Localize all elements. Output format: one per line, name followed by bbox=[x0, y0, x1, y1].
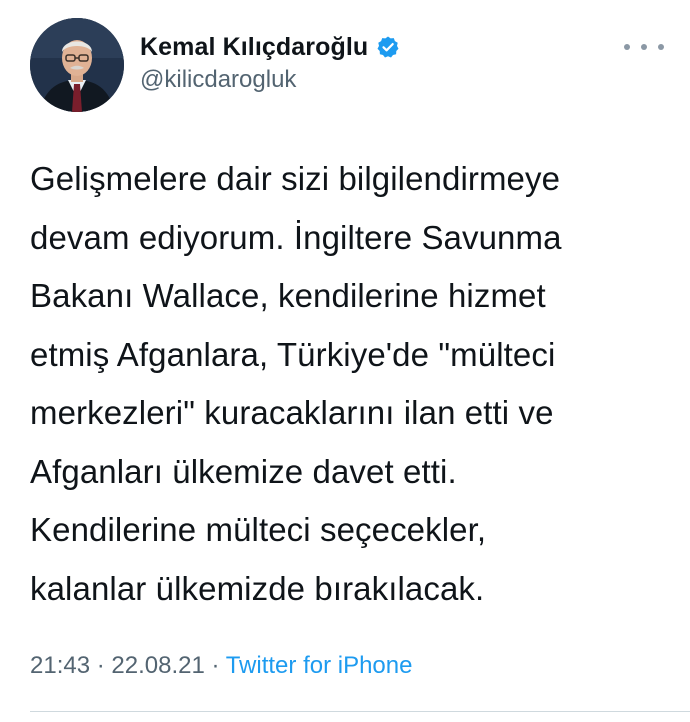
tweet-text-line: Gelişmelere dair sizi bilgilendirmeye bbox=[30, 160, 561, 197]
tweet-text-line: Kendilerine mülteci seçecekler, bbox=[30, 511, 487, 548]
verified-badge-icon bbox=[376, 35, 400, 59]
tweet-text-line: kalanlar ülkemizde bırakılacak. bbox=[30, 569, 485, 607]
avatar[interactable] bbox=[30, 18, 124, 112]
meta-separator: · bbox=[204, 652, 226, 679]
author-name-row: Kemal Kılıçdaroğlu bbox=[140, 30, 400, 64]
more-options-button[interactable] bbox=[624, 36, 664, 58]
tweet-text-line: merkezleri" kuracaklarını ilan etti ve bbox=[30, 394, 554, 431]
tweet-date[interactable]: 22.08.21 bbox=[111, 652, 204, 679]
tweet-source-link[interactable]: Twitter for iPhone bbox=[226, 652, 413, 679]
author-handle[interactable]: @kilicdarogluk bbox=[140, 66, 296, 94]
divider bbox=[30, 711, 690, 712]
more-horizontal-icon bbox=[658, 44, 664, 50]
tweet-text-line: Afganları ülkemize davet etti. bbox=[30, 452, 457, 490]
tweet-time[interactable]: 21:43 bbox=[30, 652, 90, 679]
tweet-card: Kemal Kılıçdaroğlu @kilicdarogluk Gelişm… bbox=[0, 0, 690, 722]
more-horizontal-icon bbox=[641, 44, 647, 50]
tweet-text-line: Bakanı Wallace, kendilerine hizmet bbox=[30, 277, 546, 314]
more-horizontal-icon bbox=[624, 44, 630, 50]
profile-photo bbox=[30, 18, 124, 112]
tweet-text-line: devam ediyorum. İngiltere Savunma bbox=[30, 218, 562, 256]
tweet-text: Gelişmelere dair sizi bilgilendirmeye de… bbox=[30, 150, 670, 618]
meta-separator: · bbox=[90, 652, 112, 679]
tweet-meta: 21:43 · 22.08.21 · Twitter for iPhone bbox=[30, 652, 412, 680]
display-name[interactable]: Kemal Kılıçdaroğlu bbox=[140, 33, 368, 62]
tweet-text-line: etmiş Afganlara, Türkiye'de "mülteci bbox=[30, 335, 556, 373]
